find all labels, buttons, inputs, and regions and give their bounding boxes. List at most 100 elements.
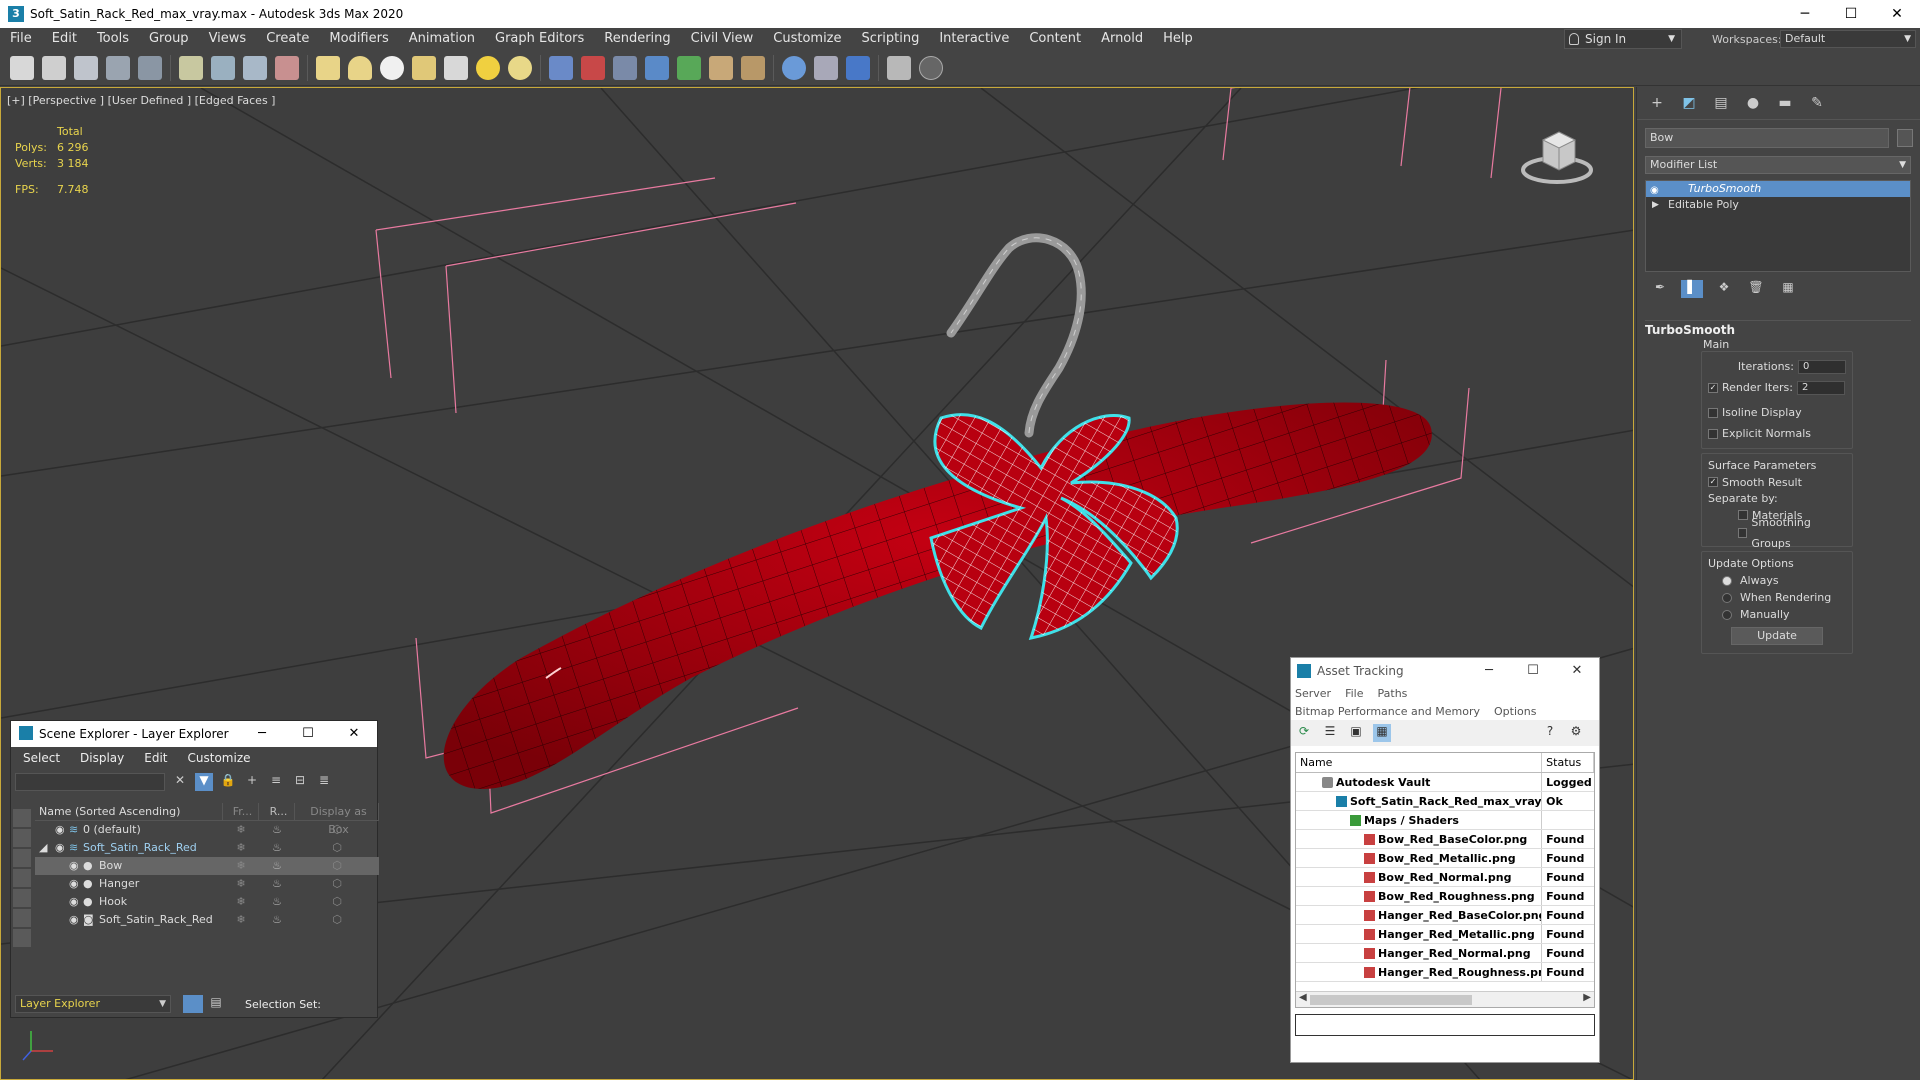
render-icon[interactable]: [581, 55, 605, 80]
table-row[interactable]: Hanger_Red_Metallic.png Found: [1296, 925, 1594, 944]
minimize-button[interactable]: ─: [239, 721, 285, 747]
table-row[interactable]: Hanger_Red_BaseColor.png Found: [1296, 906, 1594, 925]
table-row[interactable]: Bow_Red_Roughness.png Found: [1296, 887, 1594, 906]
close-button[interactable]: ✕: [1555, 658, 1599, 684]
remove-modifier-icon[interactable]: 🗑: [1745, 280, 1767, 298]
table-row[interactable]: Bow_Red_Normal.png Found: [1296, 868, 1594, 887]
table-row[interactable]: Soft_Satin_Rack_Red_max_vray.max Ok: [1296, 792, 1594, 811]
menu-graph-editors[interactable]: Graph Editors: [485, 28, 594, 50]
column-name[interactable]: Name: [1296, 753, 1543, 772]
column-status[interactable]: Status: [1542, 753, 1594, 772]
lock-icon[interactable]: 🔒: [219, 773, 237, 791]
se-menu-select[interactable]: Select: [23, 751, 60, 765]
table-row[interactable]: Hanger_Red_Roughness.png Found: [1296, 963, 1594, 982]
column-render[interactable]: R...: [259, 803, 295, 820]
help-icon[interactable]: ?: [1541, 724, 1559, 742]
render-icon[interactable]: ♨: [259, 893, 295, 911]
object-name-field[interactable]: Bow: [1645, 128, 1889, 148]
box-icon[interactable]: ⬡: [295, 839, 379, 857]
sign-in-dropdown[interactable]: Sign In ▼: [1564, 29, 1682, 49]
light-filter-icon[interactable]: [13, 849, 31, 867]
menu-civil-view[interactable]: Civil View: [681, 28, 764, 50]
refresh-icon[interactable]: ⟳: [1295, 724, 1313, 742]
sun-icon[interactable]: [476, 55, 500, 80]
proxy-icon[interactable]: [741, 55, 765, 80]
eye-icon[interactable]: ◉: [55, 839, 65, 857]
hierarchy-mode-icon[interactable]: ▤: [207, 995, 225, 1013]
open-icon[interactable]: [74, 55, 98, 80]
menu-tools[interactable]: Tools: [87, 28, 139, 50]
help-settings-icon[interactable]: ⚙: [1567, 724, 1585, 742]
layer-mode-icon[interactable]: [183, 995, 203, 1013]
display-none-icon[interactable]: [13, 809, 31, 827]
se-menu-edit[interactable]: Edit: [144, 751, 167, 765]
explicit-normals-checkbox[interactable]: [1708, 428, 1718, 439]
camera-filter-icon[interactable]: [13, 869, 31, 887]
column-name[interactable]: Name (Sorted Ascending): [35, 803, 223, 820]
modifier-list-dropdown[interactable]: Modifier List ▼: [1645, 156, 1911, 174]
isoline-checkbox[interactable]: [1708, 407, 1718, 418]
camera-icon[interactable]: [243, 55, 267, 80]
freeze-icon[interactable]: ❄: [223, 875, 259, 893]
eye-icon[interactable]: ◉: [69, 857, 79, 875]
thumbnail-view-icon[interactable]: ▣: [1347, 724, 1365, 742]
menu-customize[interactable]: Customize: [763, 28, 851, 50]
configure-sets-icon[interactable]: ▦: [1777, 280, 1799, 298]
eye-icon[interactable]: ◉: [55, 821, 65, 839]
freeze-icon[interactable]: ❄: [223, 857, 259, 875]
column-display-as-box[interactable]: Display as Box: [295, 803, 379, 836]
path-input[interactable]: [1295, 1014, 1595, 1036]
menu-animation[interactable]: Animation: [399, 28, 485, 50]
render-icon[interactable]: ♨: [259, 821, 295, 839]
create-tab-icon[interactable]: +: [1645, 95, 1669, 115]
menu-content[interactable]: Content: [1019, 28, 1091, 50]
render-iters-spinner[interactable]: 2: [1796, 380, 1845, 395]
hierarchy-tab-icon[interactable]: ▤: [1709, 95, 1733, 115]
viewcube-icon[interactable]: [1517, 118, 1597, 188]
object-color-swatch[interactable]: [1897, 129, 1913, 147]
menu-help[interactable]: Help: [1153, 28, 1203, 50]
column-freeze[interactable]: Fr...: [223, 803, 259, 820]
freeze-icon[interactable]: ❄: [223, 839, 259, 857]
box-icon[interactable]: ⬡: [295, 857, 379, 875]
iterations-spinner[interactable]: 0: [1798, 359, 1846, 374]
pin-stack-icon[interactable]: ✒: [1649, 280, 1671, 298]
maximize-button[interactable]: ☐: [1511, 658, 1555, 684]
update-button[interactable]: Update: [1731, 627, 1823, 645]
motion-tab-icon[interactable]: ●: [1741, 95, 1765, 115]
box-icon[interactable]: ⬡: [295, 875, 379, 893]
menu-create[interactable]: Create: [256, 28, 319, 50]
eye-icon[interactable]: ◉: [69, 875, 79, 893]
materials-checkbox[interactable]: [1738, 510, 1748, 520]
menu-rendering[interactable]: Rendering: [594, 28, 680, 50]
viewport-label[interactable]: [+] [Perspective ] [User Defined ] [Edge…: [7, 94, 275, 107]
scroll-right-icon[interactable]: ▶: [1583, 992, 1591, 1003]
scrollbar-thumb[interactable]: [1310, 995, 1472, 1005]
scroll-left-icon[interactable]: ◀: [1299, 992, 1307, 1003]
spacewarp-filter-icon[interactable]: [13, 909, 31, 927]
table-row[interactable]: ◢ ◉ ≋ Soft_Satin_Rack_Red ❄ ♨ ⬡: [35, 839, 379, 857]
render-icon[interactable]: ♨: [259, 839, 295, 857]
table-row[interactable]: Autodesk Vault Logged O: [1296, 773, 1594, 792]
smoothing-groups-checkbox[interactable]: [1738, 528, 1748, 538]
undo-icon[interactable]: [10, 55, 34, 80]
manually-radio[interactable]: [1722, 609, 1732, 620]
batch-icon[interactable]: [814, 55, 838, 80]
menu-file[interactable]: File: [0, 28, 42, 50]
table-row[interactable]: ◉ ≋ 0 (default) ❄ ♨ ⬡: [35, 821, 379, 839]
se-menu-display[interactable]: Display: [80, 751, 124, 765]
link-icon[interactable]: [211, 55, 235, 80]
stack-item-editable-poly[interactable]: ▶ Editable Poly: [1646, 197, 1910, 213]
menu-arnold[interactable]: Arnold: [1091, 28, 1153, 50]
eye-icon[interactable]: ◉: [69, 893, 79, 911]
at-menu-server[interactable]: Server: [1295, 687, 1331, 700]
box-icon[interactable]: ⬡: [295, 911, 379, 929]
layers-icon[interactable]: ≣: [315, 773, 333, 791]
menu-scripting[interactable]: Scripting: [852, 28, 930, 50]
teapot-icon[interactable]: [613, 55, 637, 80]
geometry-filter-icon[interactable]: [13, 829, 31, 847]
smooth-result-checkbox[interactable]: ✓: [1708, 477, 1718, 487]
freeze-icon[interactable]: ❄: [223, 821, 259, 839]
table-view-icon[interactable]: ▦: [1373, 724, 1391, 742]
new-layer-icon[interactable]: +: [243, 773, 261, 791]
